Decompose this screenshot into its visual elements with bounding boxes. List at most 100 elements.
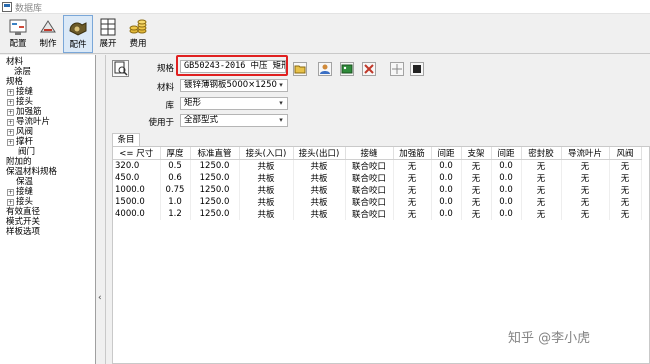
tree-item-valve[interactable]: 阀门 (18, 147, 35, 157)
image-button[interactable] (340, 62, 354, 76)
library-select-value: 矩形 (184, 98, 202, 108)
tree-item-seam[interactable]: + 接缝 (7, 87, 33, 97)
user-button[interactable] (318, 62, 332, 76)
column-header-straight[interactable]: 标准直管 (190, 147, 240, 160)
cost-button[interactable]: 费用 (123, 15, 153, 53)
tree-item-seam-2[interactable]: + 接缝 (7, 187, 33, 197)
table-cell: 1500.0 (113, 196, 161, 208)
table-cell: 无 (561, 184, 610, 196)
tree-item-material[interactable]: 材料 (6, 57, 23, 67)
material-label: 材料 (156, 83, 174, 93)
column-header-stiffener[interactable]: 加强筋 (393, 147, 432, 160)
stop-button[interactable] (410, 62, 424, 76)
cost-button-label: 费用 (129, 39, 147, 49)
table-cell: 0.0 (491, 184, 522, 196)
tree-item-insulation[interactable]: 保温 (16, 177, 33, 187)
tree-item-stiffener[interactable]: + 加强筋 (7, 107, 42, 117)
panel-splitter[interactable]: ‹ (96, 55, 106, 364)
table-cell: 0.5 (160, 159, 191, 172)
tree-item-effective-diameter[interactable]: 有效直径 (6, 207, 40, 217)
tree-item-vanes[interactable]: + 导流叶片 (7, 117, 50, 127)
tree-item-label: 接头 (16, 197, 34, 207)
tree-item-insulation-spec[interactable]: 保温材料规格 (6, 167, 57, 177)
table-row[interactable]: 1500.0 1.0 1250.0 共板 共板 联合咬口 无 0.0 无 0.0… (113, 196, 642, 208)
column-header-sealant[interactable]: 密封胶 (521, 147, 562, 160)
table-cell: 无 (393, 172, 432, 184)
expand-icon[interactable]: + (7, 119, 14, 126)
collapse-left-icon[interactable]: ‹ (98, 293, 102, 303)
make-button[interactable]: 制作 (33, 15, 63, 53)
column-header-size[interactable]: <= 尺寸 (113, 147, 161, 160)
column-header-support[interactable]: 支架 (461, 147, 492, 160)
tree-item-coating[interactable]: 涂层 (14, 67, 31, 77)
tree-item-joint-2[interactable]: + 接头 (7, 197, 33, 207)
table-cell: 无 (521, 208, 562, 220)
tab-entries[interactable]: 条目 (112, 133, 140, 146)
column-header-seam[interactable]: 接缝 (345, 147, 394, 160)
window-title: 数据库 (15, 4, 43, 14)
table-cell: 1250.0 (190, 159, 240, 172)
entries-table: <= 尺寸 厚度 标准直管 接头(入口) 接头(出口) 接缝 加强筋 间距 支架… (113, 147, 642, 220)
open-button[interactable] (293, 62, 307, 76)
tree-item-label: 样板选项 (6, 227, 41, 237)
expand-icon[interactable]: + (7, 199, 14, 206)
coins-icon (129, 19, 147, 34)
table-cell: 联合咬口 (345, 196, 394, 208)
table-cell: 1250.0 (190, 184, 240, 196)
expand-button[interactable]: 展开 (93, 15, 123, 53)
column-header-damper[interactable]: 风阀 (609, 147, 642, 160)
usage-select-value: 全部型式 (184, 115, 219, 125)
delete-button[interactable] (362, 62, 376, 76)
column-header-joint-out[interactable]: 接头(出口) (293, 147, 346, 160)
material-select[interactable]: 镀锌薄钢板5000×1250 ▾ (180, 79, 288, 92)
table-cell: 450.0 (113, 172, 161, 184)
fittings-button[interactable]: 配件 (63, 15, 93, 53)
move-button[interactable] (390, 62, 404, 76)
chevron-down-icon: ▾ (279, 116, 283, 124)
print-preview-button[interactable] (112, 60, 129, 77)
tree-item-mode-switch[interactable]: 模式开关 (6, 217, 40, 227)
expand-icon[interactable]: + (7, 189, 14, 196)
tree-item-strut[interactable]: + 撑杆 (7, 137, 33, 147)
tree-item-additional[interactable]: 附加的 (6, 157, 32, 167)
table-row[interactable]: 1000.0 0.75 1250.0 共板 共板 联合咬口 无 0.0 无 0.… (113, 184, 642, 196)
expand-icon[interactable]: + (7, 99, 14, 106)
tree-item-label: 规格 (6, 77, 24, 87)
table-cell: 联合咬口 (345, 159, 394, 172)
expand-icon[interactable]: + (7, 89, 14, 96)
table-row[interactable]: 450.0 0.6 1250.0 共板 共板 联合咬口 无 0.0 无 0.0 … (113, 172, 642, 184)
column-header-spacing-2[interactable]: 间距 (491, 147, 522, 160)
config-button[interactable]: 配置 (3, 15, 33, 53)
expand-icon[interactable]: + (7, 129, 14, 136)
tree-item-damper[interactable]: + 风阀 (7, 127, 33, 137)
usage-select[interactable]: 全部型式 ▾ (180, 114, 288, 127)
highlight-box (176, 55, 288, 76)
table-cell: 0.0 (491, 159, 522, 172)
table-cell: 1250.0 (190, 208, 240, 220)
expand-icon[interactable]: + (7, 139, 14, 146)
table-row[interactable]: 4000.0 1.2 1250.0 共板 共板 联合咬口 无 0.0 无 0.0… (113, 208, 642, 220)
column-header-joint-in[interactable]: 接头(入口) (239, 147, 294, 160)
image-icon (341, 64, 353, 74)
table-cell: 1250.0 (190, 196, 240, 208)
column-header-vanes[interactable]: 导流叶片 (561, 147, 610, 160)
table-cell: 0.0 (431, 196, 462, 208)
expand-icon[interactable]: + (7, 109, 14, 116)
column-header-spacing[interactable]: 间距 (431, 147, 462, 160)
table-cell: 共板 (293, 196, 346, 208)
table-header-row: <= 尺寸 厚度 标准直管 接头(入口) 接头(出口) 接缝 加强筋 间距 支架… (113, 147, 642, 160)
library-select[interactable]: 矩形 ▾ (180, 97, 288, 110)
category-tree[interactable]: 材料 涂层 规格 + 接缝 + 接头 + 加强筋 + 导流叶片 + 风阀 + 撑杆 阀门 附… (0, 55, 96, 364)
tree-item-template-options[interactable]: 样板选项 (6, 227, 40, 237)
table-cell: 320.0 (113, 159, 161, 172)
table-cell: 共板 (293, 172, 346, 184)
table-cell: 1.0 (160, 196, 191, 208)
tree-item-joint[interactable]: + 接头 (7, 97, 33, 107)
column-header-thickness[interactable]: 厚度 (160, 147, 191, 160)
tree-item-label: 涂层 (14, 67, 32, 77)
table-row[interactable]: 320.0 0.5 1250.0 共板 共板 联合咬口 无 0.0 无 0.0 … (113, 159, 642, 172)
material-select-value: 镀锌薄钢板5000×1250 (184, 80, 277, 90)
table-cell: 无 (609, 184, 642, 196)
tree-item-spec[interactable]: 规格 (6, 77, 23, 87)
close-icon (364, 64, 374, 74)
